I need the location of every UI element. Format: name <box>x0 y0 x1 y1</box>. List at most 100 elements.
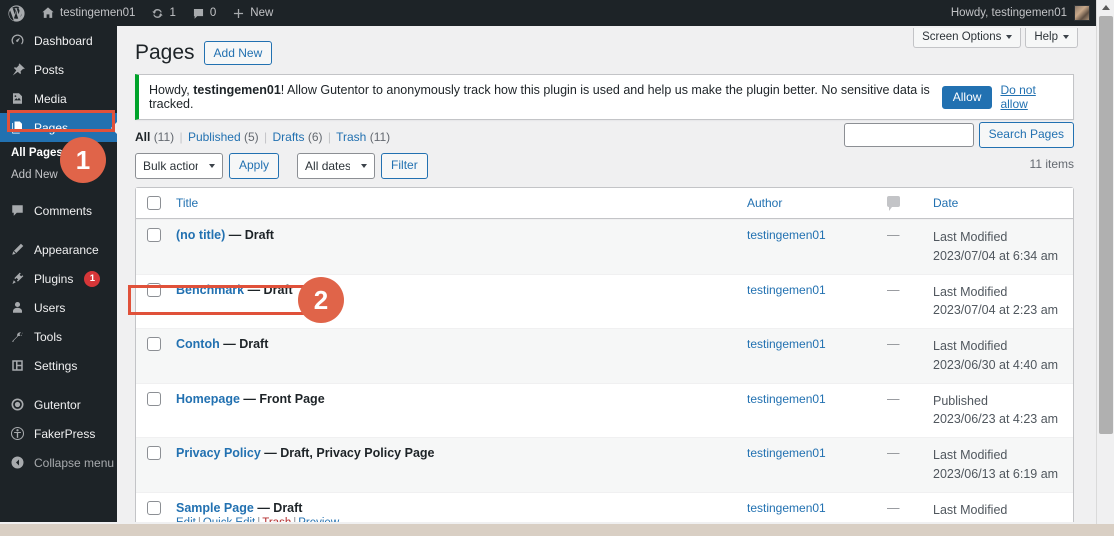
author-link[interactable]: testingemen01 <box>747 446 826 460</box>
items-count-label: 11 items <box>1029 157 1074 172</box>
page-scrollbar[interactable] <box>1096 0 1114 524</box>
sidebar-item-label: Comments <box>34 203 93 218</box>
filter-link-published[interactable]: Published <box>188 130 241 144</box>
column-header-date[interactable]: Date <box>923 188 1073 220</box>
cell-comments: — <box>877 382 923 438</box>
screen-options-button[interactable]: Screen Options <box>913 28 1022 48</box>
row-checkbox[interactable] <box>147 228 161 243</box>
page-title-link[interactable]: Privacy Policy <box>176 446 261 460</box>
author-link[interactable]: testingemen01 <box>747 283 826 297</box>
row-checkbox[interactable] <box>147 446 161 461</box>
filter-link-all[interactable]: All <box>135 130 150 144</box>
scrollbar-thumb[interactable] <box>1099 16 1113 434</box>
scroll-up-arrow-icon[interactable] <box>1097 0 1114 14</box>
menu-separator <box>0 380 117 390</box>
cell-author: testingemen01 <box>737 328 877 383</box>
sidebar-item-label: Users <box>34 300 66 315</box>
author-link[interactable]: testingemen01 <box>747 392 826 406</box>
sidebar-item-users[interactable]: Users <box>0 293 117 322</box>
sidebar-item-comments[interactable]: Comments <box>0 196 117 225</box>
row-action-edit[interactable]: Edit <box>176 517 196 522</box>
notice-text: Howdy, testingemen01! Allow Gutentor to … <box>149 83 934 111</box>
table-row[interactable]: Homepage — Front Page testingemen01 — Publi… <box>136 382 1073 438</box>
search-pages-button[interactable]: Search Pages <box>978 122 1074 148</box>
menu-separator <box>0 225 117 235</box>
table-row[interactable]: Privacy Policy — Draft, Privacy Policy P… <box>136 437 1073 492</box>
sidebar-item-posts[interactable]: Posts <box>0 55 117 84</box>
cell-comments: — <box>877 219 923 274</box>
row-checkbox[interactable] <box>147 337 161 352</box>
author-link[interactable]: testingemen01 <box>747 501 826 515</box>
table-row[interactable]: Contoh — Draft testingemen01 — Last Modifie… <box>136 328 1073 383</box>
sidebar-item-dashboard[interactable]: Dashboard <box>0 26 117 55</box>
search-input[interactable] <box>843 123 974 147</box>
sidebar-item-label: Tools <box>34 329 63 344</box>
cell-title: Privacy Policy — Draft, Privacy Policy P… <box>166 437 737 492</box>
settings-icon <box>9 358 26 373</box>
media-icon <box>9 91 26 106</box>
admin-bar-left: testingemen01 1 0 New <box>0 0 281 26</box>
cell-date: Last Modified 2023/07/04 at 6:34 am <box>923 219 1073 274</box>
column-header-title[interactable]: Title <box>166 188 737 220</box>
sidebar-item-gutentor[interactable]: Gutentor <box>0 390 117 419</box>
row-select-cell <box>136 328 166 383</box>
row-action-preview[interactable]: Preview <box>298 517 339 522</box>
table-row[interactable]: (no title) — Draft testingemen01 — Last Mod… <box>136 219 1073 274</box>
site-name-label: testingemen01 <box>60 7 136 19</box>
sidebar-item-label: Dashboard <box>34 33 93 48</box>
bulk-actions-select[interactable]: Bulk actions <box>135 153 223 180</box>
row-checkbox[interactable] <box>147 500 161 515</box>
add-new-page-button[interactable]: Add New <box>203 40 273 65</box>
admin-content: Screen Options Help Pages Add New Howdy,… <box>117 26 1096 522</box>
pin-icon <box>9 62 26 77</box>
pages-list-table: Title Author Date (no title) — Draft test… <box>135 187 1074 522</box>
cell-date: Published 2023/06/23 at 4:23 am <box>923 382 1073 438</box>
author-link[interactable]: testingemen01 <box>747 228 826 242</box>
page-title-link[interactable]: Sample Page <box>176 501 254 515</box>
column-header-comments[interactable] <box>877 188 923 220</box>
updates-menu[interactable]: 1 <box>143 0 183 26</box>
date-value: 2023/06/13 at 6:19 am <box>933 466 1059 481</box>
select-all-checkbox[interactable] <box>147 196 161 211</box>
wp-admin-bar: testingemen01 1 0 New Howdy, testingemen… <box>0 0 1096 26</box>
page-title: Pages <box>135 41 195 64</box>
page-title-link[interactable]: Contoh <box>176 337 220 351</box>
search-box: Search Pages <box>843 122 1074 148</box>
comments-menu[interactable]: 0 <box>184 0 224 26</box>
table-row[interactable]: Sample Page — DraftEdit|Quick Edit|Trash… <box>136 491 1073 522</box>
author-link[interactable]: testingemen01 <box>747 337 826 351</box>
date-filter-select[interactable]: All dates <box>297 153 376 180</box>
help-button[interactable]: Help <box>1025 28 1078 48</box>
row-select-cell <box>136 219 166 274</box>
comments-count: 0 <box>209 7 217 19</box>
cell-date: Last Modified 2023/06/13 at 6:19 am <box>923 437 1073 492</box>
filter-link-trash[interactable]: Trash <box>336 130 366 144</box>
avatar[interactable] <box>1074 5 1090 21</box>
sidebar-item-plugins[interactable]: Plugins 1 <box>0 264 117 293</box>
sidebar-item-fakerpress[interactable]: FakerPress <box>0 419 117 448</box>
collapse-menu-button[interactable]: Collapse menu <box>0 448 117 477</box>
sidebar-item-tools[interactable]: Tools <box>0 322 117 351</box>
divider: | <box>327 130 331 145</box>
howdy-label[interactable]: Howdy, testingemen01 <box>951 0 1067 26</box>
comments-count: — <box>887 446 900 461</box>
row-action-trash[interactable]: Trash <box>262 517 291 522</box>
row-checkbox[interactable] <box>147 391 161 406</box>
deny-tracking-link[interactable]: Do not allow <box>1000 83 1063 111</box>
sidebar-item-settings[interactable]: Settings <box>0 351 117 380</box>
sidebar-item-media[interactable]: Media <box>0 84 117 113</box>
annotation-marker-2: 2 <box>298 277 344 323</box>
row-action-quick-edit[interactable]: Quick Edit <box>203 517 255 522</box>
allow-tracking-button[interactable]: Allow <box>941 85 993 109</box>
page-title-link[interactable]: Homepage <box>176 392 240 406</box>
filter-button[interactable]: Filter <box>381 153 428 180</box>
sidebar-item-appearance[interactable]: Appearance <box>0 235 117 264</box>
apply-bulk-action-button[interactable]: Apply <box>229 153 280 180</box>
wordpress-logo-icon[interactable] <box>0 0 33 26</box>
cell-comments: — <box>877 328 923 383</box>
new-content-menu[interactable]: New <box>224 0 281 26</box>
sidebar-item-label: Appearance <box>34 242 99 257</box>
page-title-link[interactable]: (no title) <box>176 228 225 242</box>
filter-link-drafts[interactable]: Drafts <box>273 130 305 144</box>
site-name-menu[interactable]: testingemen01 <box>33 0 143 26</box>
